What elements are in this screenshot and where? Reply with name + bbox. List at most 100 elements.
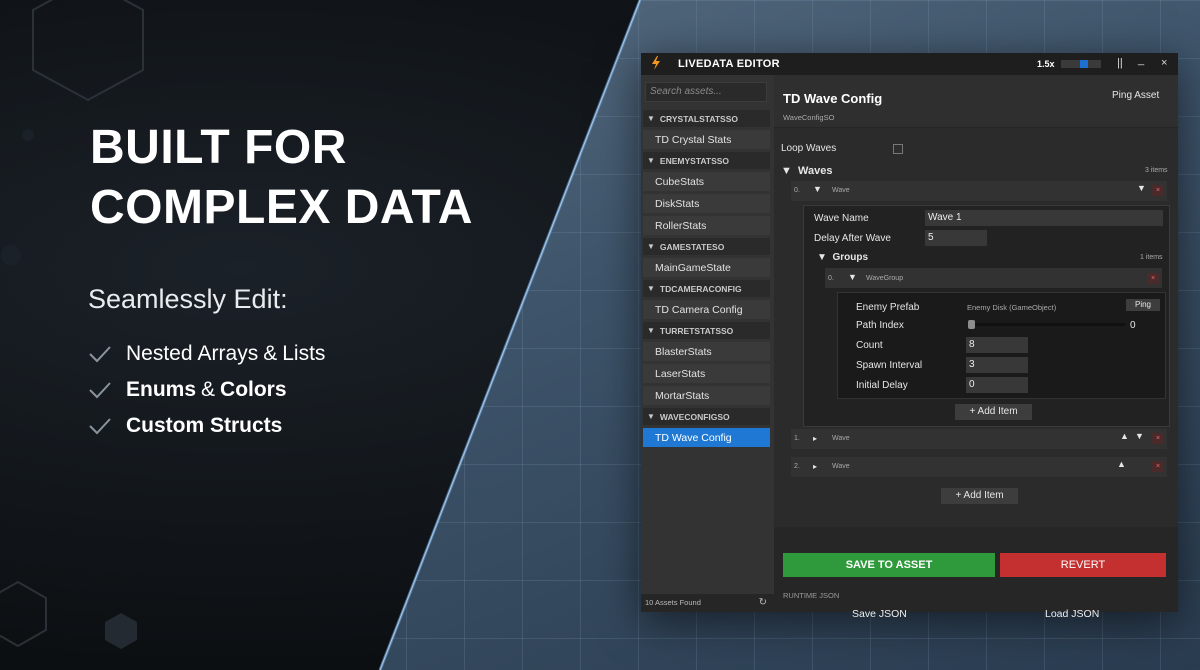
move-down-icon[interactable]: ▼ (1135, 431, 1144, 441)
wave-name-field[interactable]: Wave 1 (925, 210, 1163, 226)
path-index-slider-handle[interactable] (968, 320, 975, 329)
enemy-prefab-value[interactable]: Enemy Disk (GameObject) (967, 303, 1056, 312)
sidebar-item[interactable]: MortarStats (643, 386, 770, 405)
asset-type: WaveConfigSO (783, 113, 835, 122)
sidebar-item[interactable]: MainGameState (643, 258, 770, 277)
category-waveconfigso[interactable]: ▼ WAVECONFIGSO (643, 408, 770, 425)
save-to-asset-button[interactable]: SAVE TO ASSET (783, 553, 995, 577)
zoom-level: 1.5x (1037, 59, 1055, 69)
category-gamestateso[interactable]: ▼ GAMESTATESO (643, 238, 770, 255)
delete-wave-button[interactable]: × (1152, 433, 1164, 444)
checkmark-icon (88, 417, 114, 435)
category-turretstatsso[interactable]: ▼ TURRETSTATSSO (643, 322, 770, 339)
move-down-icon[interactable]: ▼ (1137, 183, 1146, 193)
group-index: 0. (828, 275, 834, 282)
sidebar-item[interactable]: CubeStats (643, 172, 770, 191)
delete-wave-button[interactable]: × (1152, 185, 1164, 196)
expand-triangle-icon: ▼ (647, 156, 655, 165)
expand-triangle-icon: ▼ (647, 412, 655, 421)
lightning-icon (651, 56, 661, 75)
delay-after-wave-label: Delay After Wave (814, 233, 891, 244)
category-enemystatsso[interactable]: ▼ ENEMYSTATSSO (643, 152, 770, 169)
runtime-json-label: RUNTIME JSON (783, 591, 840, 600)
sidebar-item[interactable]: TD Camera Config (643, 300, 770, 319)
loop-waves-label: Loop Waves (781, 143, 837, 154)
sidebar-item[interactable]: DiskStats (643, 194, 770, 213)
ping-asset-button[interactable]: Ping Asset (1112, 90, 1159, 101)
path-index-slider[interactable] (971, 323, 1125, 326)
spawn-interval-label: Spawn Interval (856, 360, 923, 371)
feature-text: Nested (126, 342, 193, 365)
waves-foldout[interactable]: ▼ Waves (781, 165, 832, 177)
inspector-panel: TD Wave Config WaveConfigSO Ping Asset L… (774, 75, 1178, 620)
feature-item: Nested Arrays & Lists (88, 336, 330, 372)
feature-joiner: & (263, 342, 278, 365)
headline: BUILT FOR COMPLEX DATA (90, 121, 473, 234)
wave-name-label: Wave Name (814, 213, 869, 224)
refresh-icon[interactable]: ↻ (759, 594, 767, 612)
revert-button[interactable]: REVERT (1000, 553, 1166, 577)
initial-delay-field[interactable]: 0 (966, 377, 1028, 393)
groups-count: 1 items (1140, 254, 1163, 261)
feature-bold: Custom Structs (126, 414, 283, 437)
feature-item: Enums & Colors (88, 372, 330, 408)
spawn-interval-field[interactable]: 3 (966, 357, 1028, 373)
count-label: Count (856, 340, 883, 351)
sidebar-item[interactable]: RollerStats (643, 216, 770, 235)
zoom-slider[interactable] (1061, 60, 1101, 68)
subheading: Seamlessly Edit: (88, 284, 288, 314)
load-json-button[interactable]: Load JSON (1045, 608, 1099, 620)
sidebar-item[interactable]: BlasterStats (643, 342, 770, 361)
delay-after-wave-field[interactable]: 5 (925, 230, 987, 246)
expand-triangle-icon: ▼ (647, 326, 655, 335)
minimize-button[interactable]: _ (1138, 54, 1144, 66)
sidebar-item[interactable]: LaserStats (643, 364, 770, 383)
expand-triangle-icon[interactable]: ▼ (813, 184, 822, 194)
category-tdcameraconfig[interactable]: ▼ TDCAMERACONFIG (643, 280, 770, 297)
wave-type: Wave (832, 463, 850, 470)
feature-bold: Colors (220, 378, 287, 401)
expand-triangle-icon: ▼ (647, 114, 655, 123)
delete-wave-button[interactable]: × (1152, 461, 1164, 472)
waves-count: 3 items (1145, 167, 1168, 174)
sidebar-item[interactable]: TD Crystal Stats (643, 130, 770, 149)
groups-foldout[interactable]: ▼ Groups (817, 252, 868, 263)
checkmark-icon (88, 345, 114, 363)
loop-waves-checkbox[interactable] (893, 144, 903, 154)
ping-prefab-button[interactable]: Ping (1126, 299, 1160, 311)
close-button[interactable]: × (1161, 57, 1167, 69)
inspector-header: TD Wave Config WaveConfigSO Ping Asset (774, 75, 1178, 128)
save-json-button[interactable]: Save JSON (852, 608, 907, 620)
zoom-slider-handle[interactable] (1080, 60, 1088, 68)
add-group-item-button[interactable]: + Add Item (955, 404, 1032, 420)
count-field[interactable]: 8 (966, 337, 1028, 353)
feature-bold: Lists (282, 342, 326, 365)
delete-group-button[interactable]: × (1147, 273, 1159, 284)
pause-button[interactable]: || (1117, 57, 1123, 69)
inspector-footer: SAVE TO ASSET REVERT RUNTIME JSON Save J… (774, 527, 1178, 620)
livedata-editor-window: LIVEDATA EDITOR 1.5x || _ × Search asset… (641, 53, 1178, 620)
move-up-icon[interactable]: ▲ (1120, 431, 1129, 441)
expand-triangle-icon[interactable]: ▼ (848, 272, 857, 282)
asset-count: 10 Assets Found (645, 598, 701, 607)
add-wave-item-button[interactable]: + Add Item (941, 488, 1018, 504)
path-index-value[interactable]: 0 (1130, 320, 1136, 331)
asset-list: ▼ CRYSTALSTATSSO TD Crystal Stats ▼ ENEMYS… (643, 110, 770, 450)
sidebar-item-selected[interactable]: TD Wave Config (643, 428, 770, 447)
expand-triangle-icon: ▼ (647, 242, 655, 251)
search-input[interactable]: Search assets... (645, 82, 767, 102)
group-type: WaveGroup (866, 275, 904, 282)
collapsed-triangle-icon[interactable]: ▸ (813, 434, 817, 443)
enemy-prefab-label: Enemy Prefab (856, 302, 920, 313)
feature-item: Custom Structs (88, 408, 330, 444)
move-up-icon[interactable]: ▲ (1117, 459, 1126, 469)
category-crystalstatsso[interactable]: ▼ CRYSTALSTATSSO (643, 110, 770, 127)
wave-index: 2. (794, 463, 800, 470)
checkmark-icon (88, 381, 114, 399)
feature-bold: Arrays (197, 342, 259, 365)
path-index-label: Path Index (856, 320, 904, 331)
asset-title: TD Wave Config (783, 91, 883, 106)
collapsed-triangle-icon[interactable]: ▸ (813, 462, 817, 471)
title-bar[interactable]: LIVEDATA EDITOR 1.5x || _ × (641, 53, 1178, 75)
expand-triangle-icon: ▼ (647, 284, 655, 293)
